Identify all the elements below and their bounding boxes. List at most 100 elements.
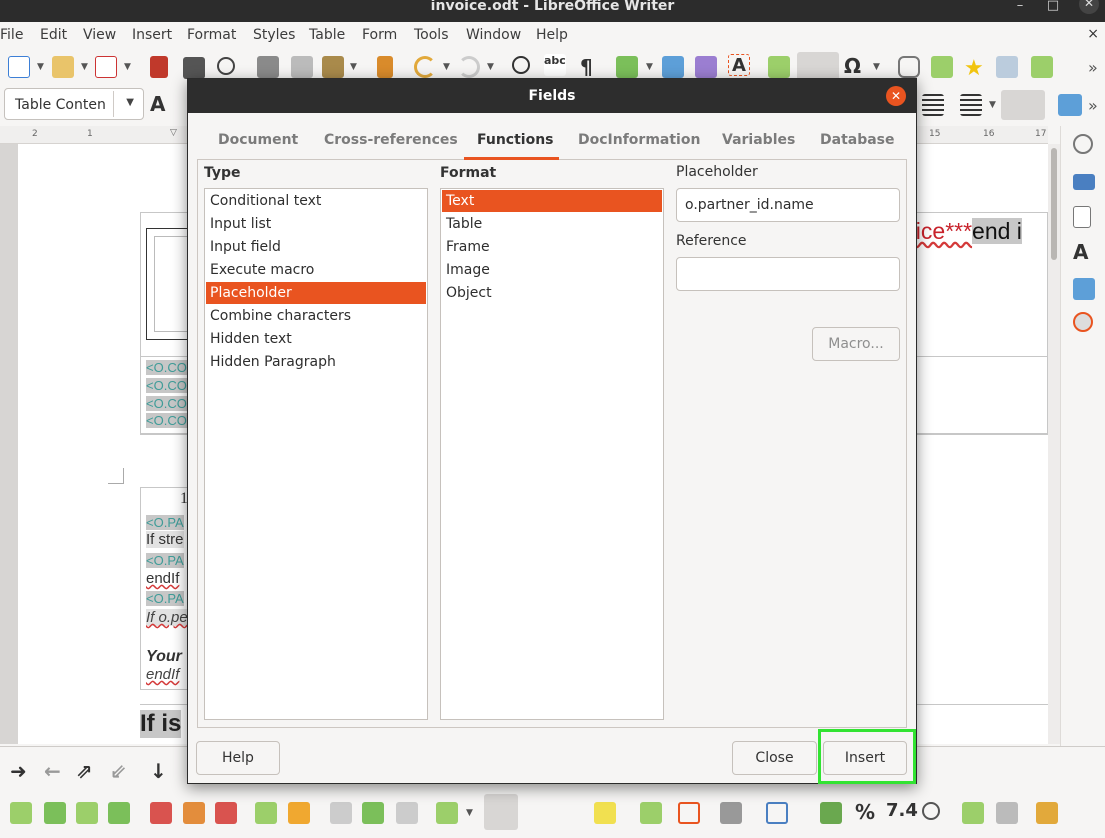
invoice-heading[interactable]: oice***end i xyxy=(903,218,1022,245)
merge-cells-icon[interactable] xyxy=(330,802,352,824)
delete-rows-icon[interactable] xyxy=(150,802,172,824)
list-item[interactable]: Combine characters xyxy=(206,305,426,327)
menu-view[interactable]: View xyxy=(83,27,116,43)
select-table-icon[interactable] xyxy=(288,802,310,824)
justify-icon[interactable] xyxy=(922,94,944,116)
list-item[interactable]: Hidden text xyxy=(206,328,426,350)
number-format-currency-icon[interactable] xyxy=(820,802,842,824)
document-field[interactable]: <O.CO xyxy=(146,378,187,393)
split-cells-icon[interactable] xyxy=(362,802,384,824)
insert-rows-above-icon[interactable] xyxy=(10,802,32,824)
align-top-icon[interactable] xyxy=(484,794,518,830)
page-icon[interactable] xyxy=(1073,206,1091,228)
more-formatting-icon[interactable]: » xyxy=(1088,96,1098,115)
update-style-icon[interactable]: A xyxy=(150,92,172,116)
scrollbar-thumb[interactable] xyxy=(1051,148,1057,260)
tab-functions[interactable]: Functions xyxy=(477,132,554,148)
new-dropdown-icon[interactable]: ▼ xyxy=(37,62,44,72)
menu-tools[interactable]: Tools xyxy=(414,27,449,43)
optimize-dropdown-icon[interactable]: ▼ xyxy=(466,808,473,818)
gear-icon[interactable] xyxy=(1073,134,1093,154)
tab-document[interactable]: Document xyxy=(218,132,298,148)
align-center-icon[interactable] xyxy=(522,802,544,824)
align-bottom-icon[interactable] xyxy=(556,802,578,824)
maximize-icon[interactable]: □ xyxy=(1043,0,1063,13)
menu-table[interactable]: Table xyxy=(309,27,345,43)
open-dropdown-icon[interactable]: ▼ xyxy=(81,62,88,72)
increase-indent-icon[interactable] xyxy=(1058,94,1082,116)
insert-table-icon[interactable] xyxy=(616,56,638,78)
bullets-icon[interactable] xyxy=(960,94,982,116)
delete-table-icon[interactable] xyxy=(215,802,237,824)
close-button[interactable]: Close xyxy=(732,741,817,775)
special-character-dropdown-icon[interactable]: ▼ xyxy=(873,62,880,72)
optimize-size-icon[interactable] xyxy=(436,802,458,824)
arrow-down-icon[interactable]: ↓ xyxy=(150,759,172,783)
list-item[interactable]: Object xyxy=(442,282,662,304)
list-item[interactable]: Input list xyxy=(206,213,426,235)
menu-styles[interactable]: Styles xyxy=(253,27,295,43)
tab-variables[interactable]: Variables xyxy=(722,132,795,148)
format-list[interactable]: Text Table Frame Image Object xyxy=(440,188,664,720)
insert-columns-after-icon[interactable] xyxy=(108,802,130,824)
lock-icon[interactable] xyxy=(1036,802,1058,824)
endif-italic-text[interactable]: endIf xyxy=(146,666,179,683)
insert-chart-icon[interactable] xyxy=(695,56,717,78)
list-item-selected[interactable]: Text xyxy=(442,190,662,212)
bullets-dropdown-icon[interactable]: ▼ xyxy=(989,100,996,110)
list-item[interactable]: Input field xyxy=(206,236,426,258)
close-icon[interactable]: ✕ xyxy=(886,86,906,106)
move-up-icon[interactable]: ⇗ xyxy=(76,759,98,783)
insert-columns-before-icon[interactable] xyxy=(76,802,98,824)
number-format-icon[interactable] xyxy=(922,802,940,820)
help-button[interactable]: Help xyxy=(196,741,280,775)
paste-dropdown-icon[interactable]: ▼ xyxy=(350,62,357,72)
your-text[interactable]: Your xyxy=(146,648,182,666)
if-is-heading[interactable]: If is xyxy=(140,710,182,738)
minimize-icon[interactable]: – xyxy=(1010,0,1030,13)
copy-icon[interactable] xyxy=(291,56,313,78)
cut-icon[interactable] xyxy=(257,56,279,78)
table-background-icon[interactable] xyxy=(594,802,616,824)
if-o-text[interactable]: If o.pe xyxy=(146,609,188,626)
document-field[interactable]: <O.PA xyxy=(146,515,184,530)
border-style-icon[interactable] xyxy=(720,802,742,824)
cross-reference-icon[interactable] xyxy=(996,56,1018,78)
document-field[interactable]: <O.CO xyxy=(146,413,187,428)
footnote-icon[interactable] xyxy=(931,56,953,78)
export-pdf-icon[interactable] xyxy=(150,56,168,78)
number-format-percent-icon[interactable]: % xyxy=(855,800,877,824)
sort-icon[interactable] xyxy=(996,802,1018,824)
document-field[interactable]: <O.CO xyxy=(146,396,187,411)
number-format-decimal-icon[interactable]: 7.4 xyxy=(886,800,918,822)
if-stre-text[interactable]: If stre xyxy=(146,531,184,548)
paragraph-style-combo[interactable]: Table Conten ▼ xyxy=(4,88,144,120)
menu-help[interactable]: Help xyxy=(536,27,568,43)
vertical-scrollbar[interactable] xyxy=(1048,144,1060,744)
hyperlink-icon[interactable] xyxy=(898,56,920,78)
select-cell-icon[interactable] xyxy=(255,802,277,824)
find-replace-icon[interactable] xyxy=(512,56,530,74)
undo-icon[interactable] xyxy=(414,56,436,78)
menu-insert[interactable]: Insert xyxy=(132,27,172,43)
arrow-left-icon[interactable]: ← xyxy=(44,759,66,783)
styles-icon[interactable]: A xyxy=(1073,240,1095,264)
menu-format[interactable]: Format xyxy=(187,27,236,43)
document-field[interactable]: <O.PA xyxy=(146,591,184,606)
document-close-icon[interactable]: × xyxy=(1087,26,1099,42)
insert-page-break-icon[interactable] xyxy=(768,56,790,78)
list-item[interactable]: Execute macro xyxy=(206,259,426,281)
border-color-icon[interactable] xyxy=(766,802,788,824)
undo-dropdown-icon[interactable]: ▼ xyxy=(443,62,450,72)
delete-columns-icon[interactable] xyxy=(183,802,205,824)
insert-rows-below-icon[interactable] xyxy=(44,802,66,824)
menu-file[interactable]: File xyxy=(0,27,23,43)
list-item[interactable]: Image xyxy=(442,259,662,281)
save-dropdown-icon[interactable]: ▼ xyxy=(124,62,131,72)
comment-icon[interactable] xyxy=(1031,56,1053,78)
list-item[interactable]: Frame xyxy=(442,236,662,258)
print-preview-icon[interactable] xyxy=(217,57,235,75)
new-document-icon[interactable] xyxy=(8,56,30,78)
autoformat-icon[interactable] xyxy=(640,802,662,824)
save-icon[interactable] xyxy=(95,56,117,78)
